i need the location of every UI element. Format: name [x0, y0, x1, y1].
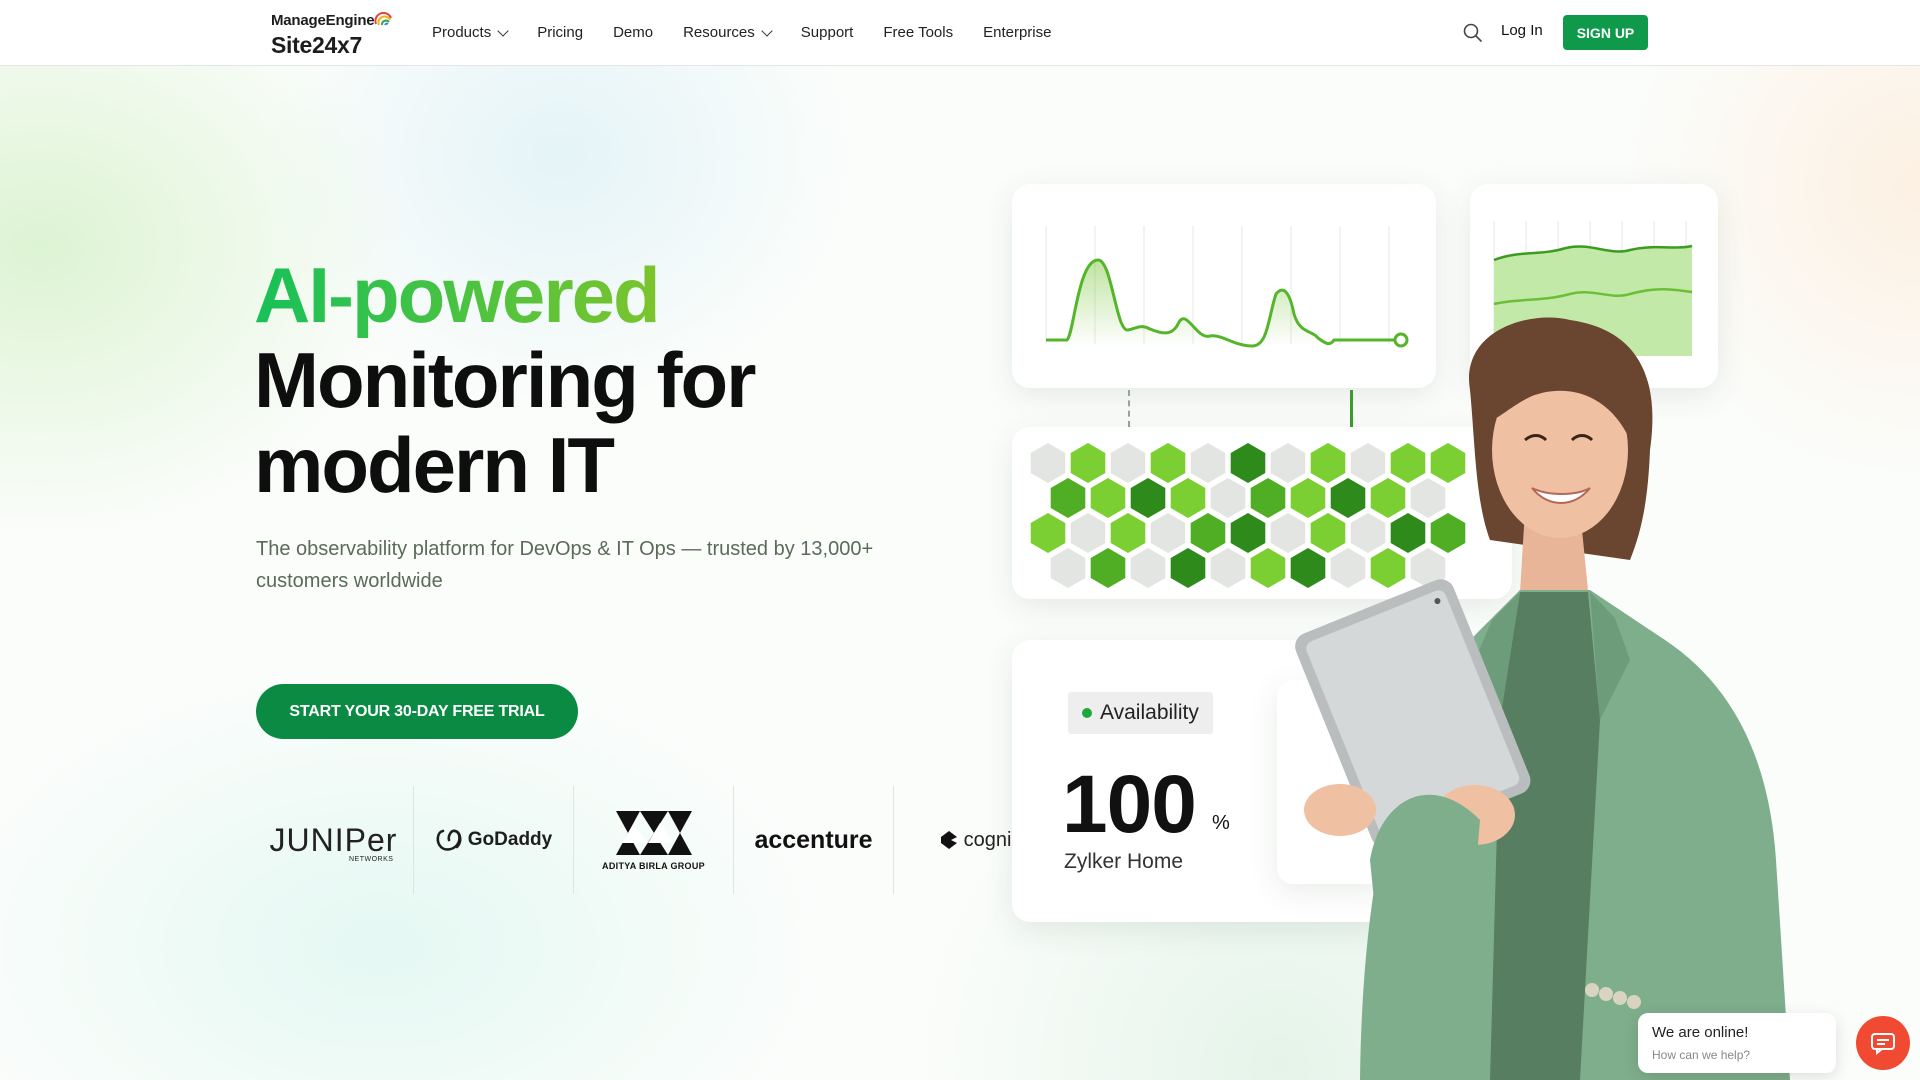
logo-juniper: JUNIPer NETWORKS [254, 786, 414, 894]
nav-resources-label: Resources [683, 24, 755, 41]
login-link[interactable]: Log In [1501, 22, 1543, 39]
hexagon-cell [1090, 478, 1126, 518]
chat-icon [1871, 1033, 1895, 1055]
hexagon-cell [1230, 443, 1266, 483]
juniper-wordmark: JUNIPer [269, 821, 398, 858]
hexagon-cell [1230, 513, 1266, 553]
main-nav: Products Pricing Demo Resources Support … [432, 0, 1081, 65]
woman-with-tablet-illustration [1295, 317, 1790, 1080]
logo-rainbow-icon [374, 11, 392, 26]
hexagon-cell [1170, 478, 1206, 518]
availability-value: 100 [1062, 759, 1197, 850]
juniper-networks-text: NETWORKS [349, 855, 394, 863]
nav-products-label: Products [432, 24, 492, 41]
hexagon-cell [1030, 513, 1066, 553]
hero-subtitle: The observability platform for DevOps & … [256, 538, 874, 592]
logo-aditya-birla: ADITYA BIRLA GROUP [574, 786, 734, 894]
hexagon-cell [1110, 513, 1146, 553]
hexagon-cell [1210, 548, 1246, 588]
hexagon-cell [1090, 548, 1126, 588]
chat-button[interactable] [1856, 1016, 1910, 1070]
availability-unit: % [1212, 812, 1230, 834]
hero-headline-line3: modern IT [254, 421, 615, 509]
logo-manageengine-text: ManageEngine [271, 12, 375, 29]
nav-pricing[interactable]: Pricing [537, 24, 583, 41]
logo-accenture: accenture [734, 786, 894, 894]
nav-enterprise-label: Enterprise [983, 24, 1052, 41]
nav-demo-label: Demo [613, 24, 654, 41]
hero-headline-line2: Monitoring for [254, 336, 757, 424]
hexagon-cell [1030, 443, 1066, 483]
hexagon-cell [1070, 443, 1106, 483]
hexagon-cell [1050, 478, 1086, 518]
godaddy-text: GoDaddy [467, 829, 553, 850]
hexagon-cell [1190, 513, 1226, 553]
hexagon-cell [1150, 513, 1186, 553]
chevron-down-icon [497, 24, 509, 37]
godaddy-logo: GoDaddy [435, 828, 552, 852]
nav-demo[interactable]: Demo [613, 24, 653, 41]
logo-site24x7-text: Site24x7 [271, 32, 362, 58]
nav-support[interactable]: Support [801, 24, 854, 41]
connector-dashed-line [1128, 390, 1130, 427]
status-dot [1082, 708, 1092, 718]
chevron-down-icon [761, 24, 773, 37]
chat-subtitle: How can we help? [1652, 1048, 1751, 1062]
hexagon-cell [1130, 478, 1166, 518]
availability-badge-label: Availability [1100, 701, 1199, 724]
hexagon-cell [1210, 478, 1246, 518]
accenture-text: accenture [754, 825, 873, 854]
hero-headline-accent: AI-powered [254, 251, 661, 339]
hexagon-cell [1150, 443, 1186, 483]
birla-text: ADITYA BIRLA GROUP [602, 861, 705, 871]
nav-free-tools[interactable]: Free Tools [883, 24, 953, 41]
hexagon-cell [1050, 548, 1086, 588]
free-trial-button[interactable]: START YOUR 30-DAY FREE TRIAL [256, 684, 578, 739]
search-icon[interactable] [1462, 22, 1484, 44]
hexagon-cell [1170, 548, 1206, 588]
availability-badge: Availability [1068, 692, 1213, 734]
nav-free-tools-label: Free Tools [883, 24, 954, 41]
cogni-text: cogni [963, 828, 1012, 851]
nav-pricing-label: Pricing [537, 24, 584, 41]
site24x7-logo[interactable]: ManageEngine Site24x7 [271, 10, 401, 58]
cogni-logo: cogni [937, 828, 1012, 852]
cogni-icon [940, 831, 957, 849]
top-navigation-bar: ManageEngine Site24x7 Products Pricing D… [0, 0, 1920, 66]
hexagon-cell [1130, 548, 1166, 588]
chat-bubble[interactable]: We are online! How can we help? [1638, 1013, 1836, 1073]
juniper-logo-text: JUNIPer NETWORKS [269, 821, 398, 863]
customer-logos: JUNIPer NETWORKS GoDaddy ADITYA BIRLA GR… [254, 786, 1054, 894]
monitor-name: Zylker Home [1064, 850, 1184, 873]
birla-logo: ADITYA BIRLA GROUP [602, 809, 705, 871]
nav-support-label: Support [800, 24, 854, 41]
hexagon-cell [1110, 443, 1146, 483]
hexagon-cell [1070, 513, 1106, 553]
godaddy-icon [436, 829, 462, 851]
chat-title: We are online! [1652, 1024, 1749, 1041]
nav-products[interactable]: Products [432, 24, 509, 41]
signup-button[interactable]: SIGN UP [1563, 15, 1648, 50]
logo-godaddy: GoDaddy [414, 786, 574, 894]
nav-resources[interactable]: Resources [683, 24, 773, 41]
birla-emblem-icon [615, 811, 692, 855]
hexagon-cell [1190, 443, 1226, 483]
nav-enterprise[interactable]: Enterprise [983, 24, 1051, 41]
